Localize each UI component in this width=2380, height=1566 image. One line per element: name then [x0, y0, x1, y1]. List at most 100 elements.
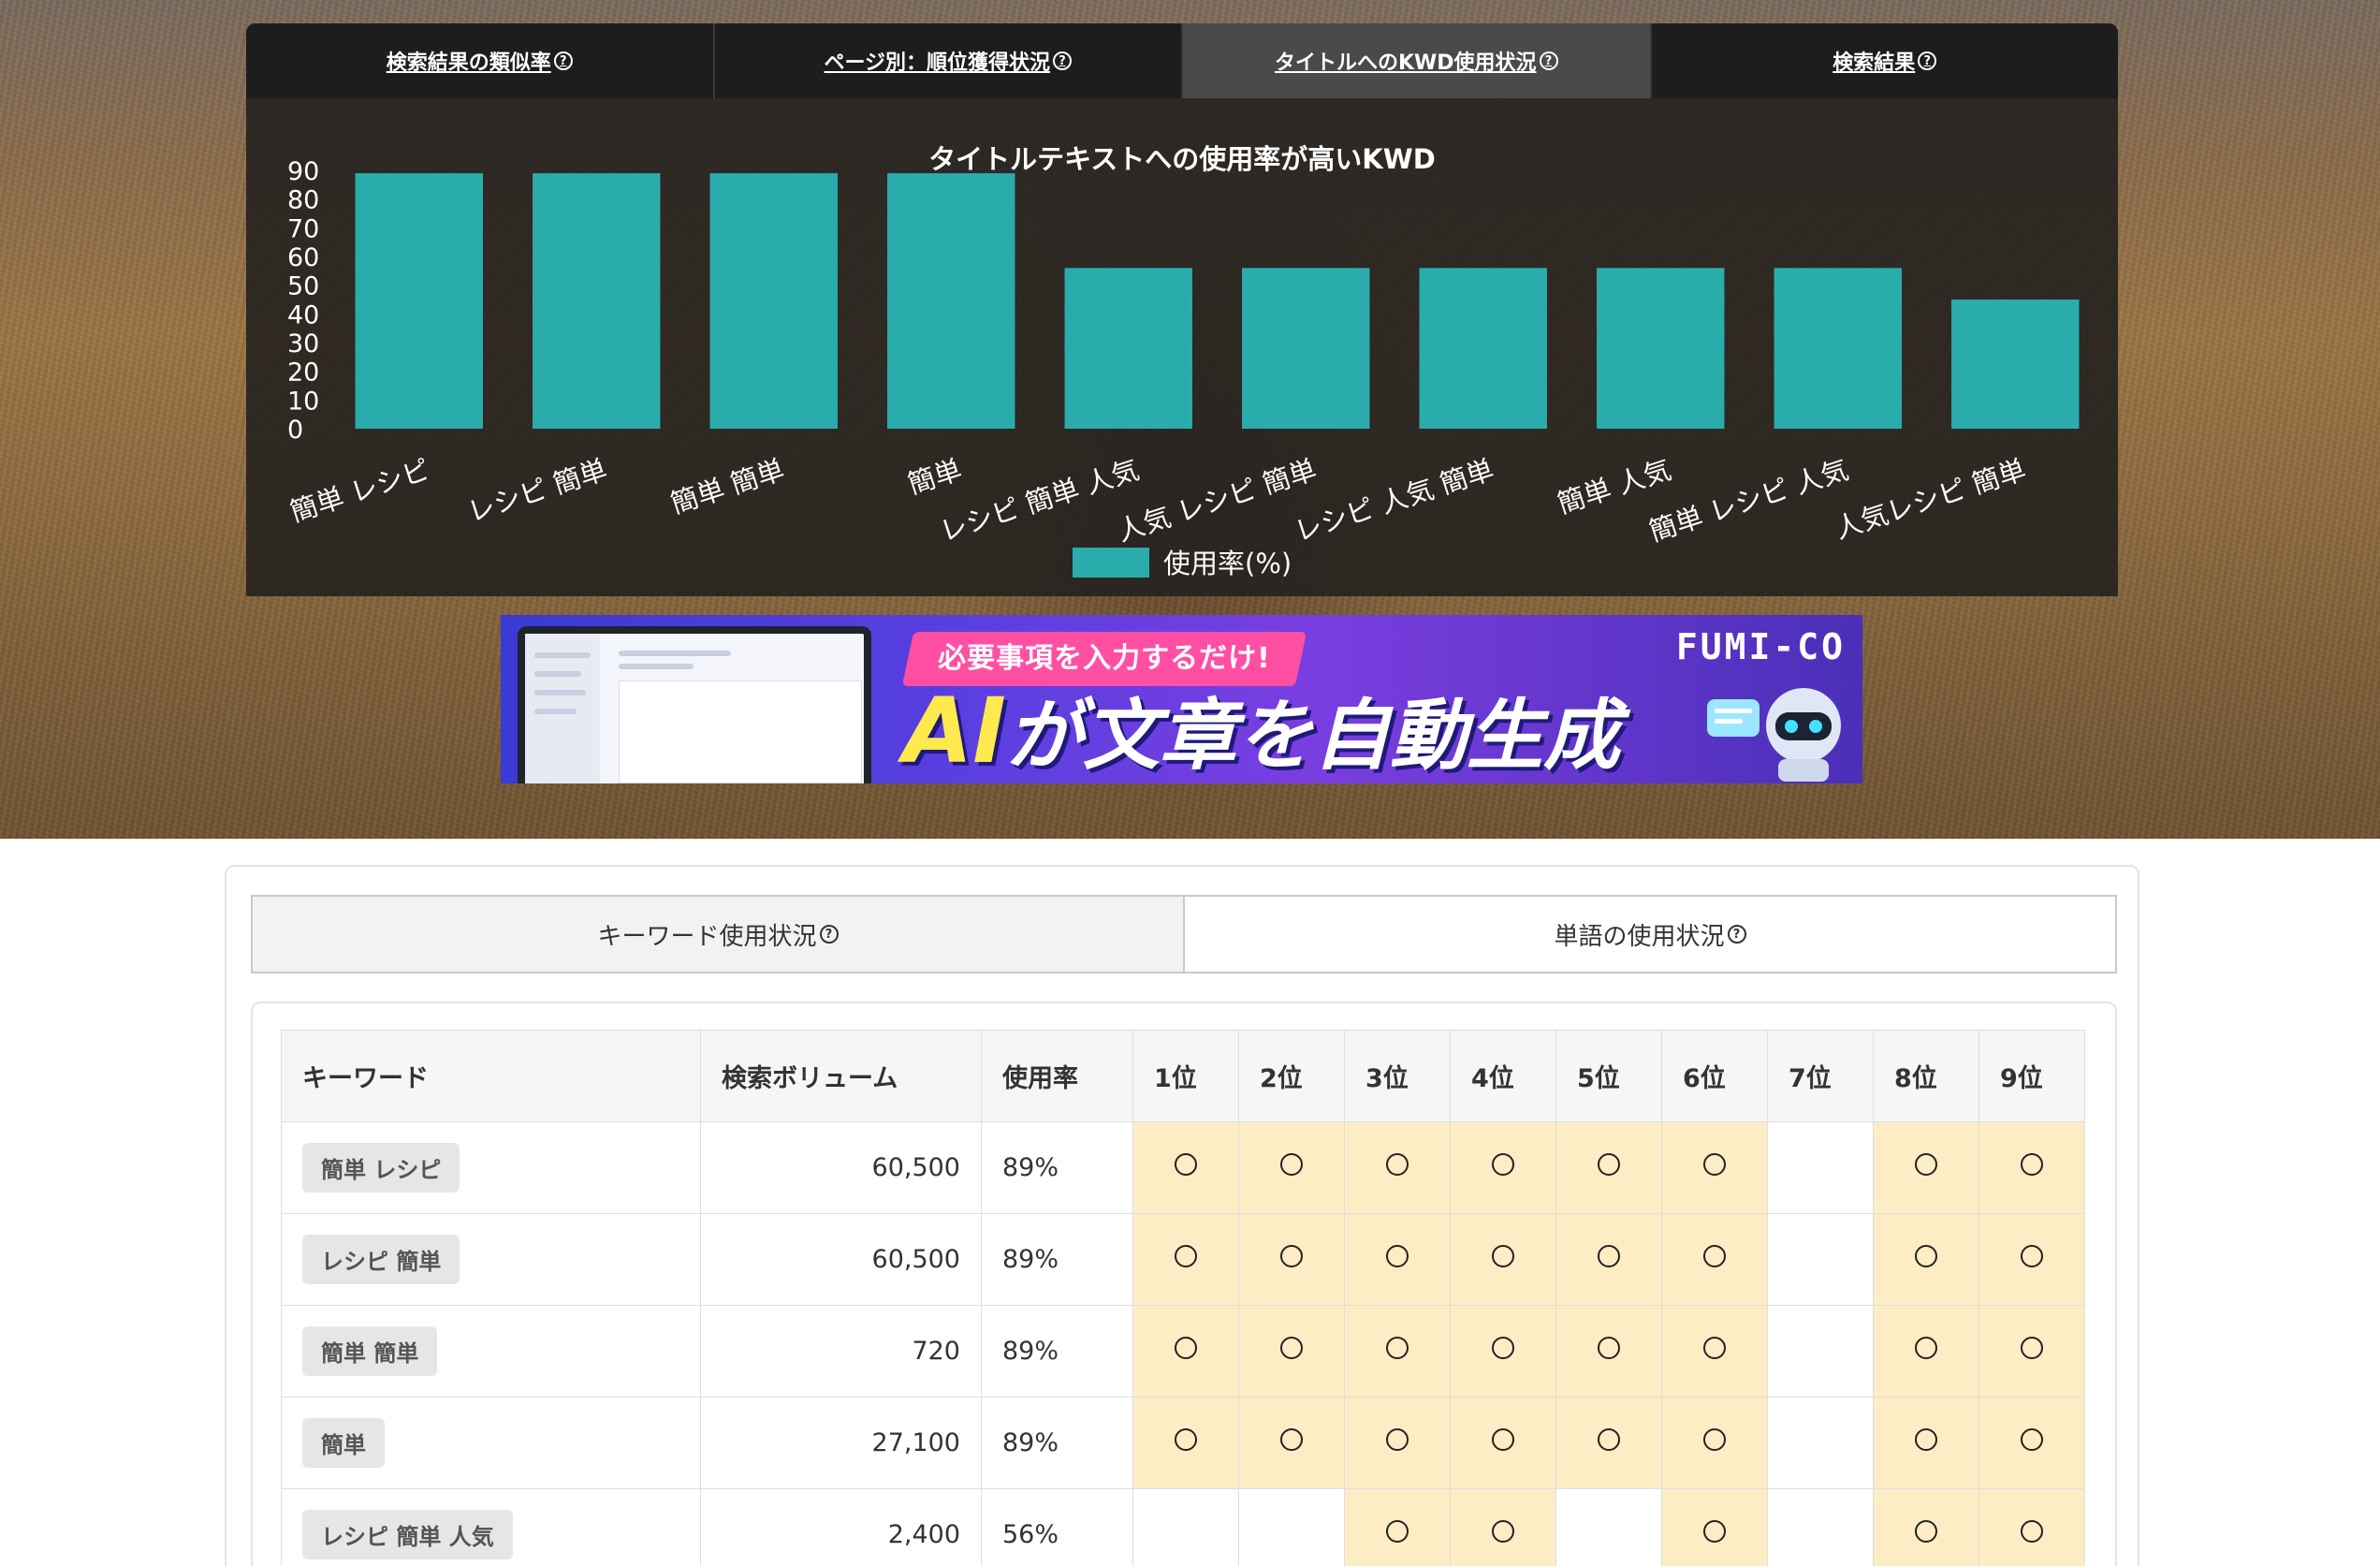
x-tick-label: レシピ 簡単 人気: [936, 453, 1143, 548]
circle-mark-icon: [1598, 1428, 1620, 1451]
keyword-cell: レシピ 簡単 人気: [281, 1488, 701, 1566]
circle-mark-icon: [1492, 1245, 1514, 1267]
y-tick-label: 60: [287, 243, 319, 272]
circle-mark-icon: [1386, 1337, 1409, 1359]
rank-5-cell: [1555, 1397, 1662, 1489]
table-row: 簡単 27,100 89%: [281, 1397, 2085, 1489]
rank-8-cell: [1873, 1121, 1979, 1214]
rank-3-cell: [1344, 1305, 1451, 1398]
rank-3-cell: [1344, 1397, 1451, 1489]
header-rank-8: 8位: [1873, 1030, 1979, 1122]
y-tick-label: 50: [287, 272, 319, 301]
rank-9-cell: [1978, 1213, 2085, 1306]
rank-4-cell: [1450, 1397, 1556, 1489]
x-tick-label: 簡単 人気: [1554, 453, 1675, 520]
keyword-table-body: 簡単 レシピ 60,500 89% レシピ 簡単 60,500 89% 簡単 簡単 720 89…: [281, 1121, 2085, 1566]
rank-4-cell: [1450, 1121, 1556, 1214]
rank-4-cell: [1450, 1213, 1556, 1306]
table-row: レシピ 簡単 人気 2,400 56%: [281, 1488, 2085, 1566]
bar[interactable]: [1064, 268, 1192, 429]
rank-1-cell: [1132, 1305, 1239, 1398]
bar[interactable]: [355, 173, 483, 430]
header-rank-6: 6位: [1661, 1030, 1768, 1122]
help-icon[interactable]: ?: [819, 925, 839, 944]
circle-mark-icon: [1703, 1245, 1726, 1267]
rank-3-cell: [1344, 1213, 1451, 1306]
circle-mark-icon: [1386, 1520, 1409, 1543]
keyword-badge[interactable]: 簡単: [302, 1418, 385, 1468]
circle-mark-icon: [1598, 1153, 1620, 1176]
rank-8-cell: [1873, 1305, 1979, 1398]
rank-2-cell: [1238, 1488, 1345, 1566]
rank-2-cell: [1238, 1213, 1345, 1306]
tab-word-usage[interactable]: 単語の使用状況 ?: [1185, 897, 2115, 972]
circle-mark-icon: [1915, 1428, 1937, 1451]
circle-mark-icon: [1492, 1337, 1514, 1359]
search-volume-cell: 60,500: [700, 1213, 982, 1306]
bar[interactable]: [1774, 268, 1902, 429]
legend-label: 使用率(%): [1163, 548, 1292, 579]
keyword-table: キーワード 検索ボリューム 使用率 1位 2位 3位 4位 5位 6位 7位 8…: [281, 1030, 2085, 1566]
circle-mark-icon: [1915, 1520, 1937, 1543]
rank-7-cell: [1767, 1305, 1874, 1398]
rank-6-cell: [1661, 1213, 1768, 1306]
circle-mark-icon: [2021, 1153, 2043, 1176]
bar[interactable]: [1951, 300, 2080, 429]
keyword-badge[interactable]: レシピ 簡単: [302, 1235, 460, 1284]
circle-mark-icon: [1598, 1337, 1620, 1359]
y-tick-label: 40: [287, 300, 319, 329]
keyword-cell: レシピ 簡単: [281, 1213, 701, 1306]
bar[interactable]: [1597, 268, 1725, 429]
keyword-badge[interactable]: 簡単 レシピ: [302, 1143, 460, 1193]
search-volume-cell: 2,400: [700, 1488, 982, 1566]
robot-icon: [1707, 688, 1841, 782]
rank-2-cell: [1238, 1121, 1345, 1214]
tab-keyword-usage[interactable]: キーワード使用状況 ?: [253, 897, 1185, 972]
rank-3-cell: [1344, 1488, 1451, 1566]
bar[interactable]: [533, 173, 661, 430]
promo-banner[interactable]: 必要事項を入力するだけ! AIが文章を自動生成 FUMI-CO: [501, 615, 1862, 783]
rank-2-cell: [1238, 1305, 1345, 1398]
bar[interactable]: [1419, 268, 1547, 429]
keyword-badge[interactable]: 簡単 簡単: [302, 1326, 438, 1376]
header-usage-rate: 使用率: [981, 1030, 1133, 1122]
legend-swatch: [1073, 548, 1149, 578]
circle-mark-icon: [1175, 1337, 1197, 1359]
usage-subtabs: キーワード使用状況 ? 単語の使用状況 ?: [251, 895, 2117, 973]
rank-4-cell: [1450, 1488, 1556, 1566]
rank-9-cell: [1978, 1121, 2085, 1214]
header-rank-9: 9位: [1978, 1030, 2085, 1122]
bar[interactable]: [709, 173, 838, 430]
circle-mark-icon: [2021, 1245, 2043, 1267]
y-tick-label: 30: [287, 329, 319, 359]
circle-mark-icon: [1175, 1245, 1197, 1267]
usage-rate-cell: 56%: [981, 1488, 1133, 1566]
circle-mark-icon: [1703, 1428, 1726, 1451]
header-rank-3: 3位: [1344, 1030, 1451, 1122]
usage-rate-cell: 89%: [981, 1121, 1133, 1214]
keyword-badge[interactable]: レシピ 簡単 人気: [302, 1510, 513, 1559]
header-rank-4: 4位: [1450, 1030, 1556, 1122]
search-volume-cell: 60,500: [700, 1121, 982, 1214]
table-row: 簡単 簡単 720 89%: [281, 1305, 2085, 1398]
header-search-volume: 検索ボリューム: [700, 1030, 982, 1122]
y-tick-label: 80: [287, 186, 319, 215]
bar[interactable]: [1242, 268, 1370, 429]
tab-keyword-usage-label: キーワード使用状況: [597, 922, 817, 951]
header-keyword: キーワード: [281, 1030, 701, 1122]
x-tick-label: 人気レシピ 簡単: [1831, 453, 2029, 545]
circle-mark-icon: [1598, 1245, 1620, 1267]
usage-rate-cell: 89%: [981, 1397, 1133, 1489]
x-tick-label: レシピ 人気 簡単: [1291, 453, 1497, 548]
help-icon[interactable]: ?: [1727, 925, 1746, 944]
rank-1-cell: [1132, 1488, 1239, 1566]
y-tick-label: 70: [287, 214, 319, 243]
circle-mark-icon: [1280, 1337, 1303, 1359]
header-rank-2: 2位: [1238, 1030, 1345, 1122]
header-rank-1: 1位: [1132, 1030, 1239, 1122]
x-tick-label: 人気 レシピ 簡単: [1114, 453, 1321, 548]
bar-chart: 0102030405060708090簡単 レシピ レシピ 簡単 簡単 簡単 簡単レシ…: [286, 157, 2080, 579]
bar[interactable]: [887, 173, 1015, 430]
rank-5-cell: [1555, 1488, 1662, 1566]
circle-mark-icon: [1280, 1428, 1303, 1451]
